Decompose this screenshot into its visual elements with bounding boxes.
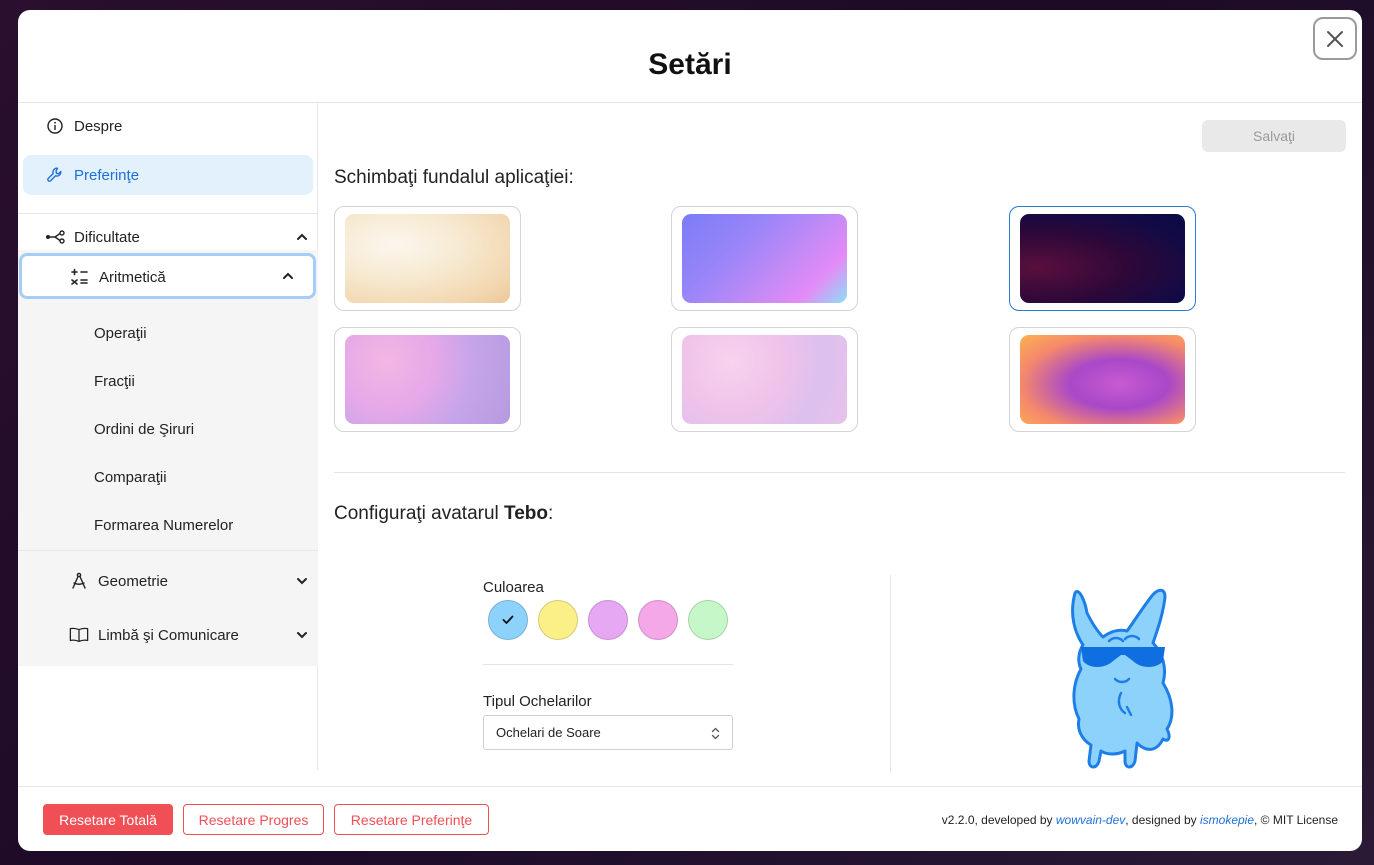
- sidebar-item-label: Aritmetică: [99, 268, 166, 286]
- tebo-avatar-image: [1071, 588, 1174, 769]
- close-button[interactable]: [1313, 17, 1357, 60]
- wrench-icon: [45, 165, 65, 185]
- sidebar-item-geometrie[interactable]: Geometrie: [69, 571, 307, 591]
- color-swatch-purple[interactable]: [588, 600, 628, 640]
- sidebar-item-despre[interactable]: Despre: [45, 116, 122, 136]
- color-label: Culoarea: [483, 579, 544, 596]
- sidebar-subitem-operatii[interactable]: Operaţii: [94, 325, 147, 342]
- background-thumbnail: [1020, 214, 1185, 303]
- sidebar-item-label: Limbă şi Comunicare: [98, 626, 239, 644]
- modal-title: Setări: [648, 48, 732, 81]
- background-option-1[interactable]: [334, 206, 521, 311]
- developer-link[interactable]: wowvain-dev: [1056, 813, 1125, 827]
- modal-footer: Resetare Totală Resetare Progres Resetar…: [18, 786, 1362, 851]
- check-icon: [502, 615, 514, 624]
- preferences-panel: Salvaţi Schimbaţi fundalul aplicaţiei: C…: [318, 103, 1362, 793]
- avatar-label-prefix: Configuraţi avatarul: [334, 503, 505, 524]
- color-swatch-blue[interactable]: [488, 600, 528, 640]
- chevron-down-icon: [297, 632, 307, 639]
- avatar-section-label: Configuraţi avatarul Tebo:: [334, 503, 553, 525]
- section-divider: [334, 472, 1345, 473]
- glasses-label: Tipul Ochelarilor: [483, 693, 592, 710]
- color-swatch-pink[interactable]: [638, 600, 678, 640]
- avatar-vertical-divider: [890, 575, 891, 773]
- settings-modal: Setări Despre Preferinţe Dificultate Ari…: [18, 10, 1362, 851]
- dificultate-submenu: [18, 250, 318, 666]
- info-icon: [45, 116, 65, 136]
- sidebar: Despre Preferinţe Dificultate Aritmetică: [18, 103, 318, 770]
- sidebar-item-label: Geometrie: [98, 572, 169, 590]
- book-icon: [69, 625, 89, 645]
- background-section-label: Schimbaţi fundalul aplicaţiei:: [334, 167, 574, 188]
- sidebar-subitem-formarea[interactable]: Formarea Numerelor: [94, 517, 233, 534]
- background-option-2[interactable]: [671, 206, 858, 311]
- avatar-divider: [483, 664, 733, 665]
- reset-progress-button[interactable]: Resetare Progres: [183, 804, 324, 835]
- sidebar-subitem-ordini[interactable]: Ordini de Şiruri: [94, 421, 194, 438]
- background-option-6[interactable]: [1009, 327, 1196, 432]
- reset-total-button[interactable]: Resetare Totală: [43, 804, 173, 835]
- sidebar-subitem-fractii[interactable]: Fracţii: [94, 373, 135, 390]
- credits-prefix: v2.2.0, developed by: [941, 813, 1056, 827]
- background-option-5[interactable]: [671, 327, 858, 432]
- modal-header: Setări: [18, 10, 1362, 103]
- background-thumbnail: [1020, 335, 1185, 424]
- sidebar-item-preferinte[interactable]: Preferinţe: [23, 155, 313, 195]
- select-arrows-icon: [711, 727, 720, 740]
- avatar-label-suffix: :: [548, 503, 554, 524]
- glasses-select[interactable]: Ochelari de Soare: [483, 715, 733, 750]
- sidebar-item-aritmetica[interactable]: Aritmetică: [19, 253, 316, 299]
- credits-suffix: , © MIT License: [1254, 813, 1338, 827]
- sidebar-item-label: Preferinţe: [74, 166, 140, 184]
- background-thumbnail: [682, 214, 847, 303]
- chevron-up-icon: [297, 233, 307, 240]
- chevron-down-icon: [297, 578, 307, 585]
- credits: v2.2.0, developed by wowvain-dev, design…: [942, 813, 1338, 827]
- glasses-select-value: Ochelari de Soare: [496, 725, 601, 740]
- reset-preferences-button[interactable]: Resetare Preferinţe: [334, 804, 489, 835]
- sidebar-divider: [18, 550, 318, 551]
- calculator-icon: [70, 267, 90, 287]
- aritmetica-row: Aritmetică: [70, 267, 166, 287]
- background-option-3[interactable]: [1009, 206, 1196, 311]
- color-swatch-yellow[interactable]: [538, 600, 578, 640]
- background-option-4[interactable]: [334, 327, 521, 432]
- sidebar-item-dificultate[interactable]: Dificultate: [45, 227, 307, 247]
- chevron-up-icon: [283, 272, 293, 279]
- avatar-name: Tebo: [504, 503, 549, 524]
- sidebar-item-limba[interactable]: Limbă şi Comunicare: [69, 625, 307, 645]
- background-thumbnail: [345, 214, 510, 303]
- sidebar-item-label: Despre: [74, 117, 123, 135]
- compass-icon: [69, 571, 89, 591]
- sidebar-divider: [18, 213, 318, 214]
- color-swatch-green[interactable]: [688, 600, 728, 640]
- background-thumbnail: [345, 335, 510, 424]
- sidebar-item-label: Dificultate: [74, 228, 140, 246]
- sidebar-subitem-comparatii[interactable]: Comparaţii: [94, 469, 167, 486]
- background-thumbnail: [682, 335, 847, 424]
- credits-mid: , designed by: [1125, 813, 1200, 827]
- difficulty-icon: [45, 227, 65, 247]
- save-button[interactable]: Salvaţi: [1202, 120, 1346, 152]
- designer-link[interactable]: ismokepie: [1200, 813, 1254, 827]
- close-icon: [1327, 30, 1343, 47]
